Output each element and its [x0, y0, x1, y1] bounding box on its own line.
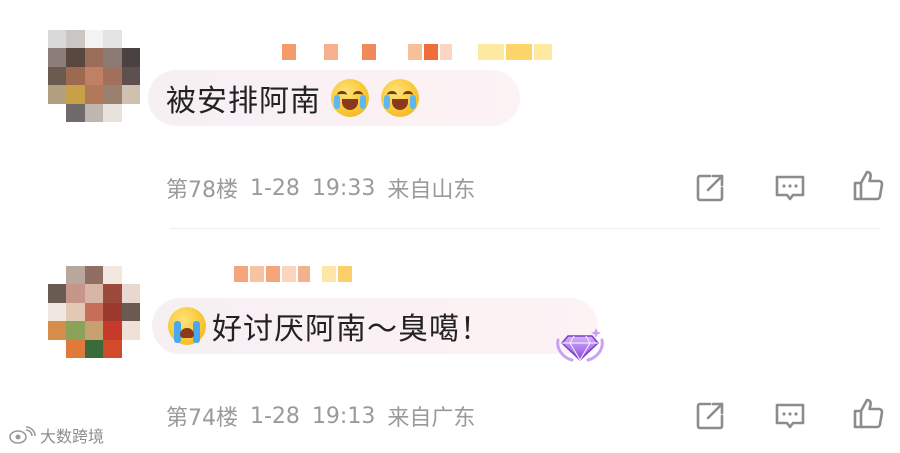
- like-icon[interactable]: [850, 168, 886, 204]
- comment-time: 19:13: [311, 403, 376, 429]
- purple-gem-badge-icon: [552, 322, 608, 366]
- comment-item: 被安排阿南 第78楼 1-28 19:33 来自山东: [0, 0, 900, 228]
- laugh-cry-emoji-icon: [331, 79, 369, 117]
- watermark: 大数跨境: [8, 424, 104, 446]
- comment-icon[interactable]: [772, 398, 808, 434]
- comment-location: 来自广东: [387, 406, 476, 431]
- comment-item: 好讨厌阿南～臭噶！ 第74楼 1-28 19:13 来自广东: [0, 228, 900, 453]
- laugh-cry-emoji-icon: [381, 79, 419, 117]
- comment-text: 好讨厌阿南～臭噶！: [212, 312, 491, 347]
- avatar[interactable]: [48, 30, 140, 122]
- username[interactable]: [282, 44, 552, 60]
- comment-bubble[interactable]: 被安排阿南: [148, 70, 520, 126]
- comment-meta: 第74楼 1-28 19:13 来自广东: [166, 400, 475, 432]
- comment-date: 1-28: [250, 403, 300, 429]
- comment-icon[interactable]: [772, 170, 808, 206]
- floor-number: 第74楼: [166, 406, 238, 431]
- loudly-crying-emoji-icon: [168, 307, 206, 345]
- share-icon[interactable]: [692, 398, 728, 434]
- avatar[interactable]: [48, 266, 140, 358]
- comment-location: 来自山东: [387, 178, 476, 203]
- comment-bubble[interactable]: 好讨厌阿南～臭噶！: [152, 298, 598, 354]
- comment-date: 1-28: [250, 175, 300, 201]
- weibo-logo-icon: [9, 426, 36, 444]
- floor-number: 第78楼: [166, 178, 238, 203]
- username[interactable]: [234, 266, 352, 282]
- comment-time: 19:33: [311, 175, 376, 201]
- comment-text: 被安排阿南: [166, 84, 321, 119]
- watermark-text: 大数跨境: [40, 427, 105, 446]
- like-icon[interactable]: [850, 396, 886, 432]
- share-icon[interactable]: [692, 170, 728, 206]
- comment-meta: 第78楼 1-28 19:33 来自山东: [166, 172, 475, 204]
